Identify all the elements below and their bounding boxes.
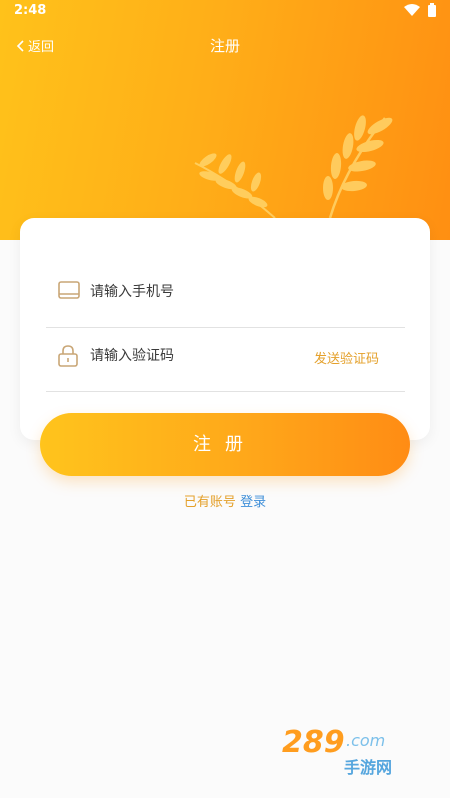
code-field-row: 发送验证码	[46, 328, 405, 392]
wifi-icon	[404, 3, 420, 16]
login-prompt: 已有账号 登录	[0, 491, 450, 510]
register-button[interactable]: 注册	[40, 413, 410, 476]
lock-icon	[58, 345, 78, 367]
send-code-button[interactable]: 发送验证码	[314, 348, 379, 367]
svg-text:.com: .com	[346, 731, 385, 750]
phone-field-row	[46, 264, 405, 328]
site-watermark-logo: 289 .com 手游网	[282, 725, 392, 777]
battery-icon	[428, 3, 436, 17]
status-time: 2:48	[14, 3, 47, 18]
phone-icon	[58, 281, 80, 299]
status-bar: 2:48	[0, 0, 450, 24]
have-account-text: 已有账号	[183, 495, 236, 510]
verification-code-input[interactable]	[90, 340, 310, 372]
phone-input[interactable]	[90, 276, 310, 308]
login-link[interactable]: 登录	[240, 495, 266, 510]
wheat-illustration	[194, 115, 393, 219]
register-card: 发送验证码	[20, 218, 430, 440]
svg-text:手游网: 手游网	[344, 758, 392, 777]
status-icons	[404, 3, 436, 17]
nav-bar: 返回 注册	[0, 28, 450, 64]
page-title: 注册	[209, 37, 240, 55]
svg-text:289: 289	[282, 725, 345, 760]
